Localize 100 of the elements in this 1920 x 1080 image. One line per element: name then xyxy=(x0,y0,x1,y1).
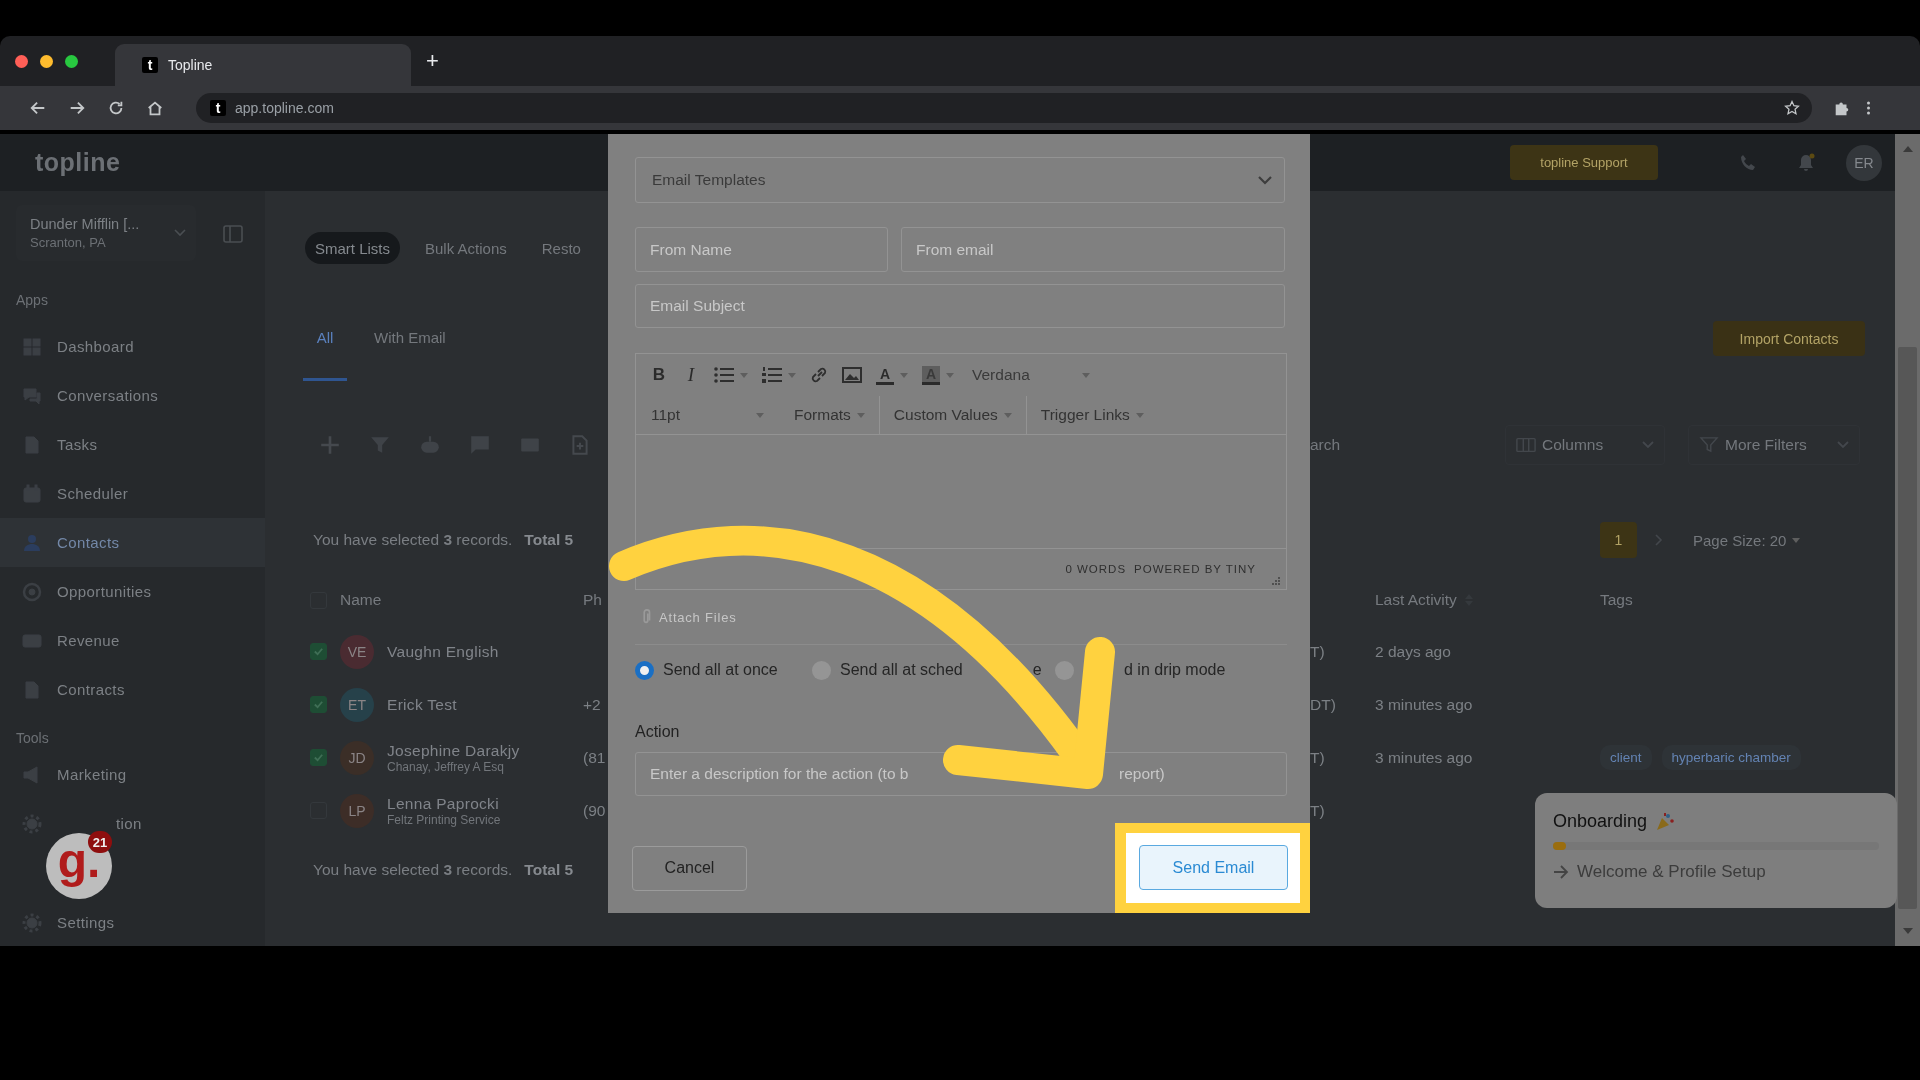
view-tab[interactable]: Bulk Actions xyxy=(415,232,517,264)
caret-icon xyxy=(900,372,908,378)
sidebar-item[interactable]: Marketing xyxy=(0,750,265,799)
from-name-field[interactable]: From Name xyxy=(635,227,888,272)
contact-name[interactable]: Vaughn English xyxy=(387,642,499,661)
home-icon[interactable] xyxy=(146,99,164,117)
powered-by-text[interactable]: POWERED BY TINY xyxy=(1134,563,1256,575)
reload-icon[interactable] xyxy=(107,99,125,117)
list-tab[interactable]: All xyxy=(303,323,347,381)
column-header[interactable]: Last Activity xyxy=(1375,591,1457,609)
view-tab[interactable]: Smart Lists xyxy=(305,232,400,264)
checkmark-icon xyxy=(313,699,324,710)
import-contacts-button[interactable]: Import Contacts xyxy=(1713,321,1865,356)
support-button[interactable]: topline Support xyxy=(1510,145,1658,180)
sidebar-item[interactable]: tion xyxy=(116,815,142,832)
sidebar-item[interactable]: Conversations xyxy=(0,371,265,420)
contact-name[interactable]: Josephine Darakjy xyxy=(387,741,520,760)
sidebar-item[interactable]: Opportunities xyxy=(0,567,265,616)
attach-files-link[interactable]: Attach Files xyxy=(635,608,737,626)
bold-button[interactable]: B xyxy=(650,365,668,385)
selection-summary: You have selected 3 records. xyxy=(313,861,513,879)
radio-label[interactable]: Send all at once xyxy=(663,661,778,679)
sidebar-item[interactable]: Scheduler xyxy=(0,469,265,518)
bell-icon[interactable] xyxy=(1796,152,1816,173)
browser-tab[interactable]: t Topline xyxy=(115,44,411,86)
scrollbar[interactable] xyxy=(1895,134,1920,946)
contact-name[interactable]: Lenna Paprocki xyxy=(387,794,501,813)
from-email-field[interactable]: From email xyxy=(901,227,1285,272)
forward-icon[interactable] xyxy=(68,99,86,117)
bullet-list-icon[interactable] xyxy=(714,367,734,383)
numbered-list-icon[interactable] xyxy=(762,367,782,383)
user-avatar[interactable]: ER xyxy=(1846,144,1882,181)
chevron-down-icon xyxy=(1837,441,1849,449)
column-header: Tags xyxy=(1600,591,1634,609)
timezone-text: T) xyxy=(1310,642,1326,661)
more-filters-button[interactable]: More Filters xyxy=(1688,425,1860,465)
sidebar-item[interactable]: Contracts xyxy=(0,665,265,714)
subject-field[interactable]: Email Subject xyxy=(635,284,1285,328)
back-icon[interactable] xyxy=(29,99,47,117)
view-tab[interactable]: Resto xyxy=(531,232,591,264)
caret-icon xyxy=(1792,537,1801,543)
template-select[interactable]: Email Templates xyxy=(635,157,1285,203)
plus-icon[interactable] xyxy=(319,434,341,456)
search-field[interactable]: arch xyxy=(1310,436,1490,454)
resize-grip-icon[interactable] xyxy=(1272,577,1280,585)
list-tab[interactable]: With Email xyxy=(364,323,456,381)
send-email-button[interactable]: Send Email xyxy=(1139,845,1288,890)
window-zoom-button[interactable] xyxy=(65,54,78,68)
section-heading: Tools xyxy=(15,729,50,748)
site-favicon: t xyxy=(142,57,158,73)
caret-icon xyxy=(1003,412,1012,418)
tag[interactable]: client xyxy=(1600,745,1652,770)
contact-name[interactable]: Erick Test xyxy=(387,695,457,714)
sidebar-item[interactable]: Revenue xyxy=(0,616,265,665)
sidebar-item[interactable]: Tasks xyxy=(0,420,265,469)
editor-menu[interactable]: Formats xyxy=(780,406,861,424)
address-bar[interactable]: t app.topline.com xyxy=(196,93,1812,123)
new-tab-button[interactable]: + xyxy=(426,48,439,74)
caret-icon xyxy=(788,372,796,378)
onboarding-step-link[interactable]: Welcome & Profile Setup xyxy=(1553,862,1766,882)
scroll-up-icon[interactable] xyxy=(1902,146,1913,152)
image-icon[interactable] xyxy=(842,367,862,383)
last-activity: 3 minutes ago xyxy=(1375,748,1474,767)
radio-label[interactable]: d in drip mode xyxy=(1124,661,1226,679)
checkbox[interactable] xyxy=(310,749,327,766)
sidebar-item[interactable]: Dashboard xyxy=(0,322,265,371)
sidebar-item[interactable]: Contacts xyxy=(0,518,265,567)
company-name: Chanay, Jeffrey A Esq xyxy=(387,759,505,774)
document-add-icon[interactable] xyxy=(569,434,591,456)
sidebar-item[interactable]: Settings xyxy=(0,899,265,946)
more-icon[interactable] xyxy=(1866,99,1871,117)
window-close-button[interactable] xyxy=(15,54,28,68)
radio-button[interactable] xyxy=(635,660,654,680)
font-size-select[interactable]: 11pt xyxy=(636,406,760,424)
chevron-right-icon[interactable] xyxy=(1655,534,1663,546)
page-size-select[interactable]: Page Size: 20 xyxy=(1693,531,1787,549)
contact-avatar: JD xyxy=(340,740,374,775)
font-select[interactable]: Verdana xyxy=(972,366,1076,384)
scrollbar-thumb[interactable] xyxy=(1898,347,1917,909)
checkmark-icon xyxy=(313,752,324,763)
checkbox[interactable] xyxy=(310,643,327,660)
scroll-down-icon[interactable] xyxy=(1902,928,1913,934)
radio-label[interactable]: Send all at sched xyxy=(840,661,963,679)
sidebar-toggle-icon[interactable] xyxy=(223,225,243,243)
column-header[interactable]: Name xyxy=(340,591,583,609)
radio-label[interactable]: e xyxy=(1032,661,1042,679)
filter-icon xyxy=(1699,437,1719,453)
italic-button[interactable]: I xyxy=(682,364,700,386)
grid-icon xyxy=(22,336,42,357)
cancel-button[interactable]: Cancel xyxy=(632,845,747,891)
checkbox[interactable] xyxy=(310,696,327,713)
tag[interactable]: hyperbaric chamber xyxy=(1661,745,1801,770)
window-minimize-button[interactable] xyxy=(40,54,53,68)
section-heading: Apps xyxy=(15,291,49,310)
phone-number: +2 xyxy=(583,695,602,714)
text-color-button[interactable]: A xyxy=(876,365,894,385)
columns-button[interactable]: Columns xyxy=(1505,425,1665,465)
star-icon[interactable] xyxy=(1784,100,1800,116)
page-button[interactable]: 1 xyxy=(1600,522,1637,558)
link-icon[interactable] xyxy=(810,366,828,384)
